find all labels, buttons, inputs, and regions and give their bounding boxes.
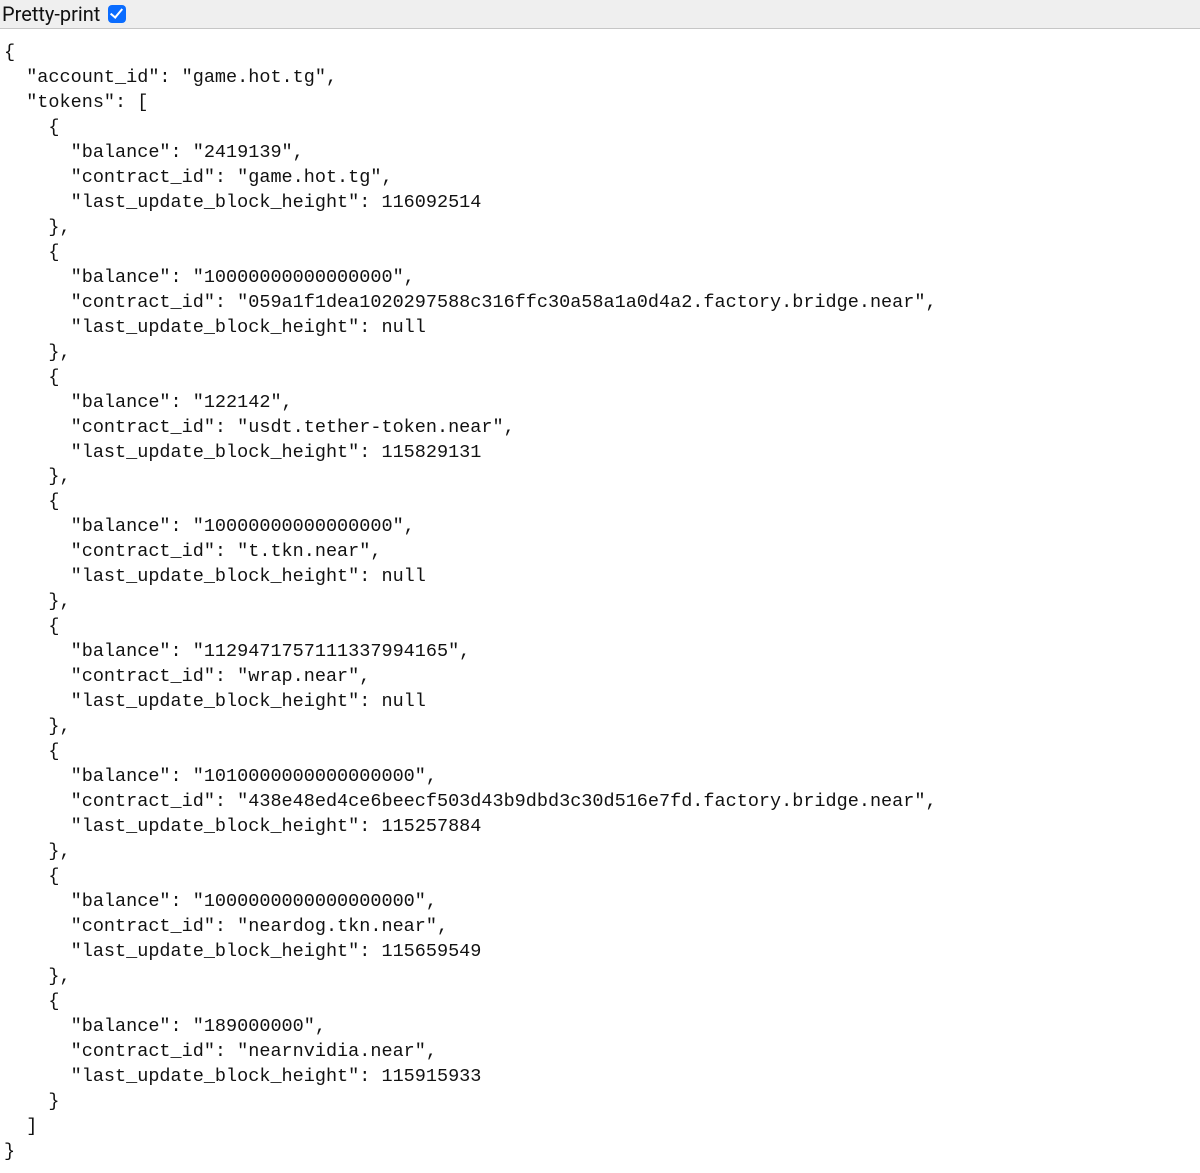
json-body: { "account_id": "game.hot.tg", "tokens":… xyxy=(0,29,1200,1173)
pretty-print-checkbox[interactable] xyxy=(108,5,126,23)
toolbar: Pretty-print xyxy=(0,0,1200,29)
pretty-print-label: Pretty-print xyxy=(2,2,100,26)
